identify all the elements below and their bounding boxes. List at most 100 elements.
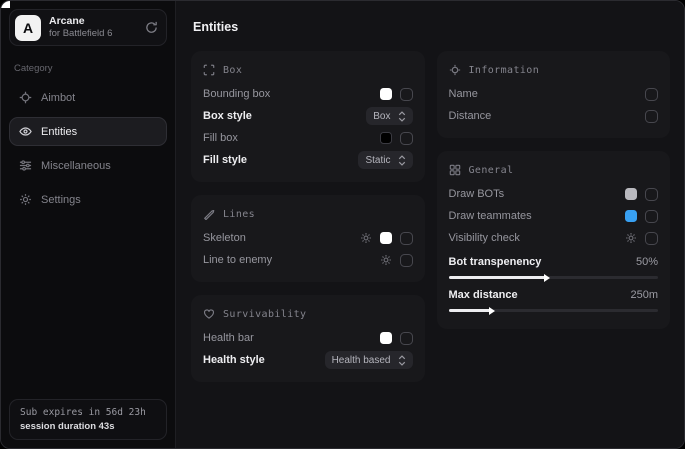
main-content: Entities Box Bounding box [176,1,684,448]
setting-label: Draw BOTs [449,188,626,200]
max-distance-group: Max distance 250m [449,285,659,312]
app-header-card: A Arcane for Battlefield 6 [9,9,167,46]
name-checkbox[interactable] [645,88,658,101]
slider-value: 50% [636,256,658,268]
skeleton-checkbox[interactable] [400,232,413,245]
updown-chevrons-icon [398,355,406,366]
gear-icon[interactable] [380,254,392,266]
bot-transparency-group: Bot transpenency 50% [449,252,659,279]
crosshair-icon [19,91,32,104]
app-subtitle: for Battlefield 6 [49,28,112,40]
setting-row-fill-style: Fill style Static [203,149,413,171]
survivability-panel: Survivability Health bar Health style [191,295,425,382]
bot-transparency-slider[interactable] [449,276,659,279]
setting-label: Health style [203,354,325,366]
panel-title: Box [223,65,242,76]
setting-row-skeleton: Skeleton [203,227,413,249]
sidebar-item-miscellaneous[interactable]: Miscellaneous [9,151,167,180]
setting-label: Bounding box [203,88,380,100]
page-title: Entities [193,20,670,34]
setting-label: Visibility check [449,232,626,244]
general-panel: General Draw BOTs Draw teammates [437,151,671,329]
heart-icon [203,308,215,320]
slider-value: 250m [630,289,658,301]
pencil-line-icon [203,208,215,220]
setting-row-health-style: Health style Health based [203,349,413,371]
sidebar-item-label: Aimbot [41,92,75,104]
setting-row-bounding-box: Bounding box [203,83,413,105]
panel-title: Survivability [223,309,306,320]
updown-chevrons-icon [398,155,406,166]
scan-target-icon [449,64,461,76]
color-swatch[interactable] [625,210,637,222]
setting-row-health-bar: Health bar [203,327,413,349]
sliders-icon [19,159,32,172]
color-swatch[interactable] [380,132,392,144]
subscription-card: Sub expires in 56d 23h session duration … [9,399,167,440]
sidebar-item-aimbot[interactable]: Aimbot [9,83,167,112]
sidebar-item-settings[interactable]: Settings [9,185,167,214]
app-name: Arcane [49,15,112,28]
setting-row-line-to-enemy: Line to enemy [203,249,413,271]
setting-label: Line to enemy [203,254,380,266]
setting-label: Bot transpenency [449,256,636,268]
setting-label: Fill style [203,154,358,166]
setting-label: Distance [449,110,646,122]
category-label: Category [14,63,162,74]
panel-title: Information [469,65,540,76]
line-to-enemy-checkbox[interactable] [400,254,413,267]
color-swatch[interactable] [380,232,392,244]
box-style-dropdown[interactable]: Box [366,107,412,125]
sync-icon[interactable] [145,21,158,34]
sidebar: A Arcane for Battlefield 6 Category Aimb… [1,1,176,448]
slider-thumb[interactable] [489,307,495,315]
app-window: A Arcane for Battlefield 6 Category Aimb… [0,0,685,449]
health-style-dropdown[interactable]: Health based [325,351,413,369]
slider-thumb[interactable] [544,274,550,282]
color-swatch[interactable] [625,188,637,200]
dropdown-value: Box [373,111,390,122]
panel-title: Lines [223,209,255,220]
draw-teammates-checkbox[interactable] [645,210,658,223]
sidebar-item-label: Entities [41,126,77,138]
sidebar-item-entities[interactable]: Entities [9,117,167,146]
lines-panel: Lines Skeleton [191,195,425,282]
setting-row-box-style: Box style Box [203,105,413,127]
setting-row-fill-box: Fill box [203,127,413,149]
setting-label: Fill box [203,132,380,144]
fill-style-dropdown[interactable]: Static [358,151,412,169]
color-swatch[interactable] [380,332,392,344]
box-panel: Box Bounding box Box style Box [191,51,425,182]
app-logo: A [15,15,41,41]
gear-icon[interactable] [625,232,637,244]
fill-box-checkbox[interactable] [400,132,413,145]
dropdown-value: Static [365,155,390,166]
panel-title: General [469,165,514,176]
sidebar-item-label: Settings [41,194,81,206]
draw-bots-checkbox[interactable] [645,188,658,201]
color-swatch[interactable] [380,88,392,100]
setting-row-distance: Distance [449,105,659,127]
sidebar-item-label: Miscellaneous [41,160,111,172]
setting-label: Max distance [449,289,631,301]
bounding-box-checkbox[interactable] [400,88,413,101]
updown-chevrons-icon [398,111,406,122]
dropdown-value: Health based [332,355,391,366]
setting-label: Health bar [203,332,380,344]
setting-row-draw-teammates: Draw teammates [449,205,659,227]
gear-icon[interactable] [360,232,372,244]
session-duration-text: session duration 43s [20,421,156,432]
visibility-check-checkbox[interactable] [645,232,658,245]
information-panel: Information Name Distance [437,51,671,138]
eye-icon [19,125,32,138]
setting-label: Box style [203,110,366,122]
setting-label: Skeleton [203,232,360,244]
max-distance-slider[interactable] [449,309,659,312]
distance-checkbox[interactable] [645,110,658,123]
box-corners-icon [203,64,215,76]
setting-label: Name [449,88,646,100]
setting-row-visibility-check: Visibility check [449,227,659,249]
setting-row-name: Name [449,83,659,105]
setting-row-draw-bots: Draw BOTs [449,183,659,205]
health-bar-checkbox[interactable] [400,332,413,345]
